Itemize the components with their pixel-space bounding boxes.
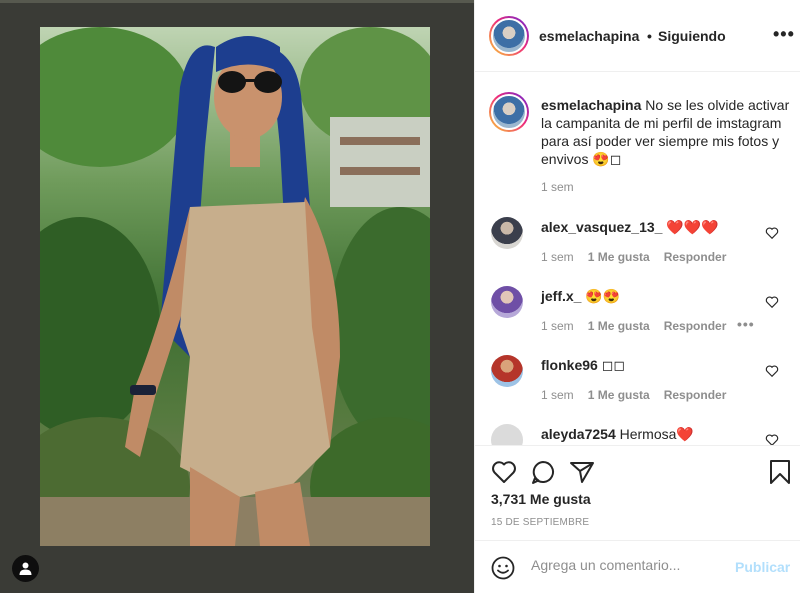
caption-time[interactable]: 1 sem (541, 180, 574, 194)
comment-text: Hermosa❤️ (615, 426, 694, 442)
following-button[interactable]: Siguiendo (658, 28, 726, 44)
post-side-panel: esmelachapina • Siguiendo ••• esmelachap… (474, 0, 800, 593)
reply-button[interactable]: Responder (664, 250, 727, 264)
comment-bubble-icon[interactable] (530, 459, 556, 485)
share-paper-plane-icon[interactable] (569, 459, 595, 485)
like-heart-icon[interactable] (491, 459, 517, 485)
comment-avatar[interactable] (491, 355, 523, 387)
author-avatar[interactable] (489, 16, 529, 56)
more-options-icon[interactable]: ••• (773, 24, 795, 45)
post-header: esmelachapina • Siguiendo ••• (475, 0, 800, 72)
comment-time[interactable]: 1 sem (541, 250, 574, 264)
comment-meta: 1 sem 1 Me gusta Responder (541, 388, 726, 402)
comment-avatar[interactable] (491, 424, 523, 445)
post-actions: 3,731 Me gusta 15 DE SEPTIEMBRE (475, 445, 800, 540)
reply-button[interactable]: Responder (664, 388, 727, 402)
header-separator: • (647, 28, 652, 44)
comment-more-options-icon[interactable]: ••• (737, 316, 755, 332)
caption-meta: 1 sem (541, 180, 574, 194)
comment-time[interactable]: 1 sem (541, 388, 574, 402)
comment-text: ◻◻ (597, 357, 625, 373)
comment-username[interactable]: alex_vasquez_13_ (541, 219, 662, 235)
reply-button[interactable]: Responder (664, 319, 727, 333)
comment-row: alex_vasquez_13_ ❤️❤️❤️ (541, 219, 719, 236)
publish-button[interactable]: Publicar (735, 559, 790, 575)
comment-likes[interactable]: 1 Me gusta (588, 250, 650, 264)
comment-row: flonke96 ◻◻ (541, 357, 625, 374)
add-comment-bar: Publicar (475, 540, 800, 593)
comment-text: 😍😍 (581, 288, 621, 304)
author-username[interactable]: esmelachapina (539, 28, 639, 44)
comment-likes[interactable]: 1 Me gusta (588, 319, 650, 333)
comment-meta: 1 sem 1 Me gusta Responder (541, 250, 726, 264)
user-icon (19, 562, 32, 575)
comment-input[interactable] (531, 557, 731, 573)
comment-avatar[interactable] (491, 286, 523, 318)
media-top-strip (0, 0, 474, 3)
like-comment-heart-icon[interactable] (765, 364, 779, 378)
comment-likes[interactable]: 1 Me gusta (588, 388, 650, 402)
emoji-icon[interactable] (491, 556, 515, 580)
comment-username[interactable]: flonke96 (541, 357, 598, 373)
post-date[interactable]: 15 DE SEPTIEMBRE (491, 517, 589, 528)
comment-username[interactable]: jeff.x_ (541, 288, 581, 304)
caption-avatar[interactable] (489, 92, 529, 132)
comments-list[interactable]: esmelachapina No se les olvide activar l… (475, 73, 800, 445)
comment-row: aleyda7254 Hermosa❤️ (541, 426, 694, 443)
post-photo[interactable] (40, 27, 430, 546)
comment-avatar[interactable] (491, 217, 523, 249)
caption-username[interactable]: esmelachapina (541, 97, 641, 113)
comment-text: ❤️❤️❤️ (662, 219, 719, 235)
comment-row: jeff.x_ 😍😍 (541, 288, 620, 305)
like-comment-heart-icon[interactable] (765, 295, 779, 309)
like-comment-heart-icon[interactable] (765, 433, 779, 445)
caption: esmelachapina No se les olvide activar l… (541, 96, 791, 168)
comment-meta: 1 sem 1 Me gusta Responder (541, 319, 726, 333)
likes-count[interactable]: 3,731 Me gusta (491, 491, 591, 507)
save-bookmark-icon[interactable] (767, 459, 793, 485)
post-photo-illustration (40, 27, 430, 546)
comment-time[interactable]: 1 sem (541, 319, 574, 333)
like-comment-heart-icon[interactable] (765, 226, 779, 240)
tagged-user-button[interactable] (12, 555, 39, 582)
media-panel (0, 0, 474, 593)
comment-username[interactable]: aleyda7254 (541, 426, 616, 442)
